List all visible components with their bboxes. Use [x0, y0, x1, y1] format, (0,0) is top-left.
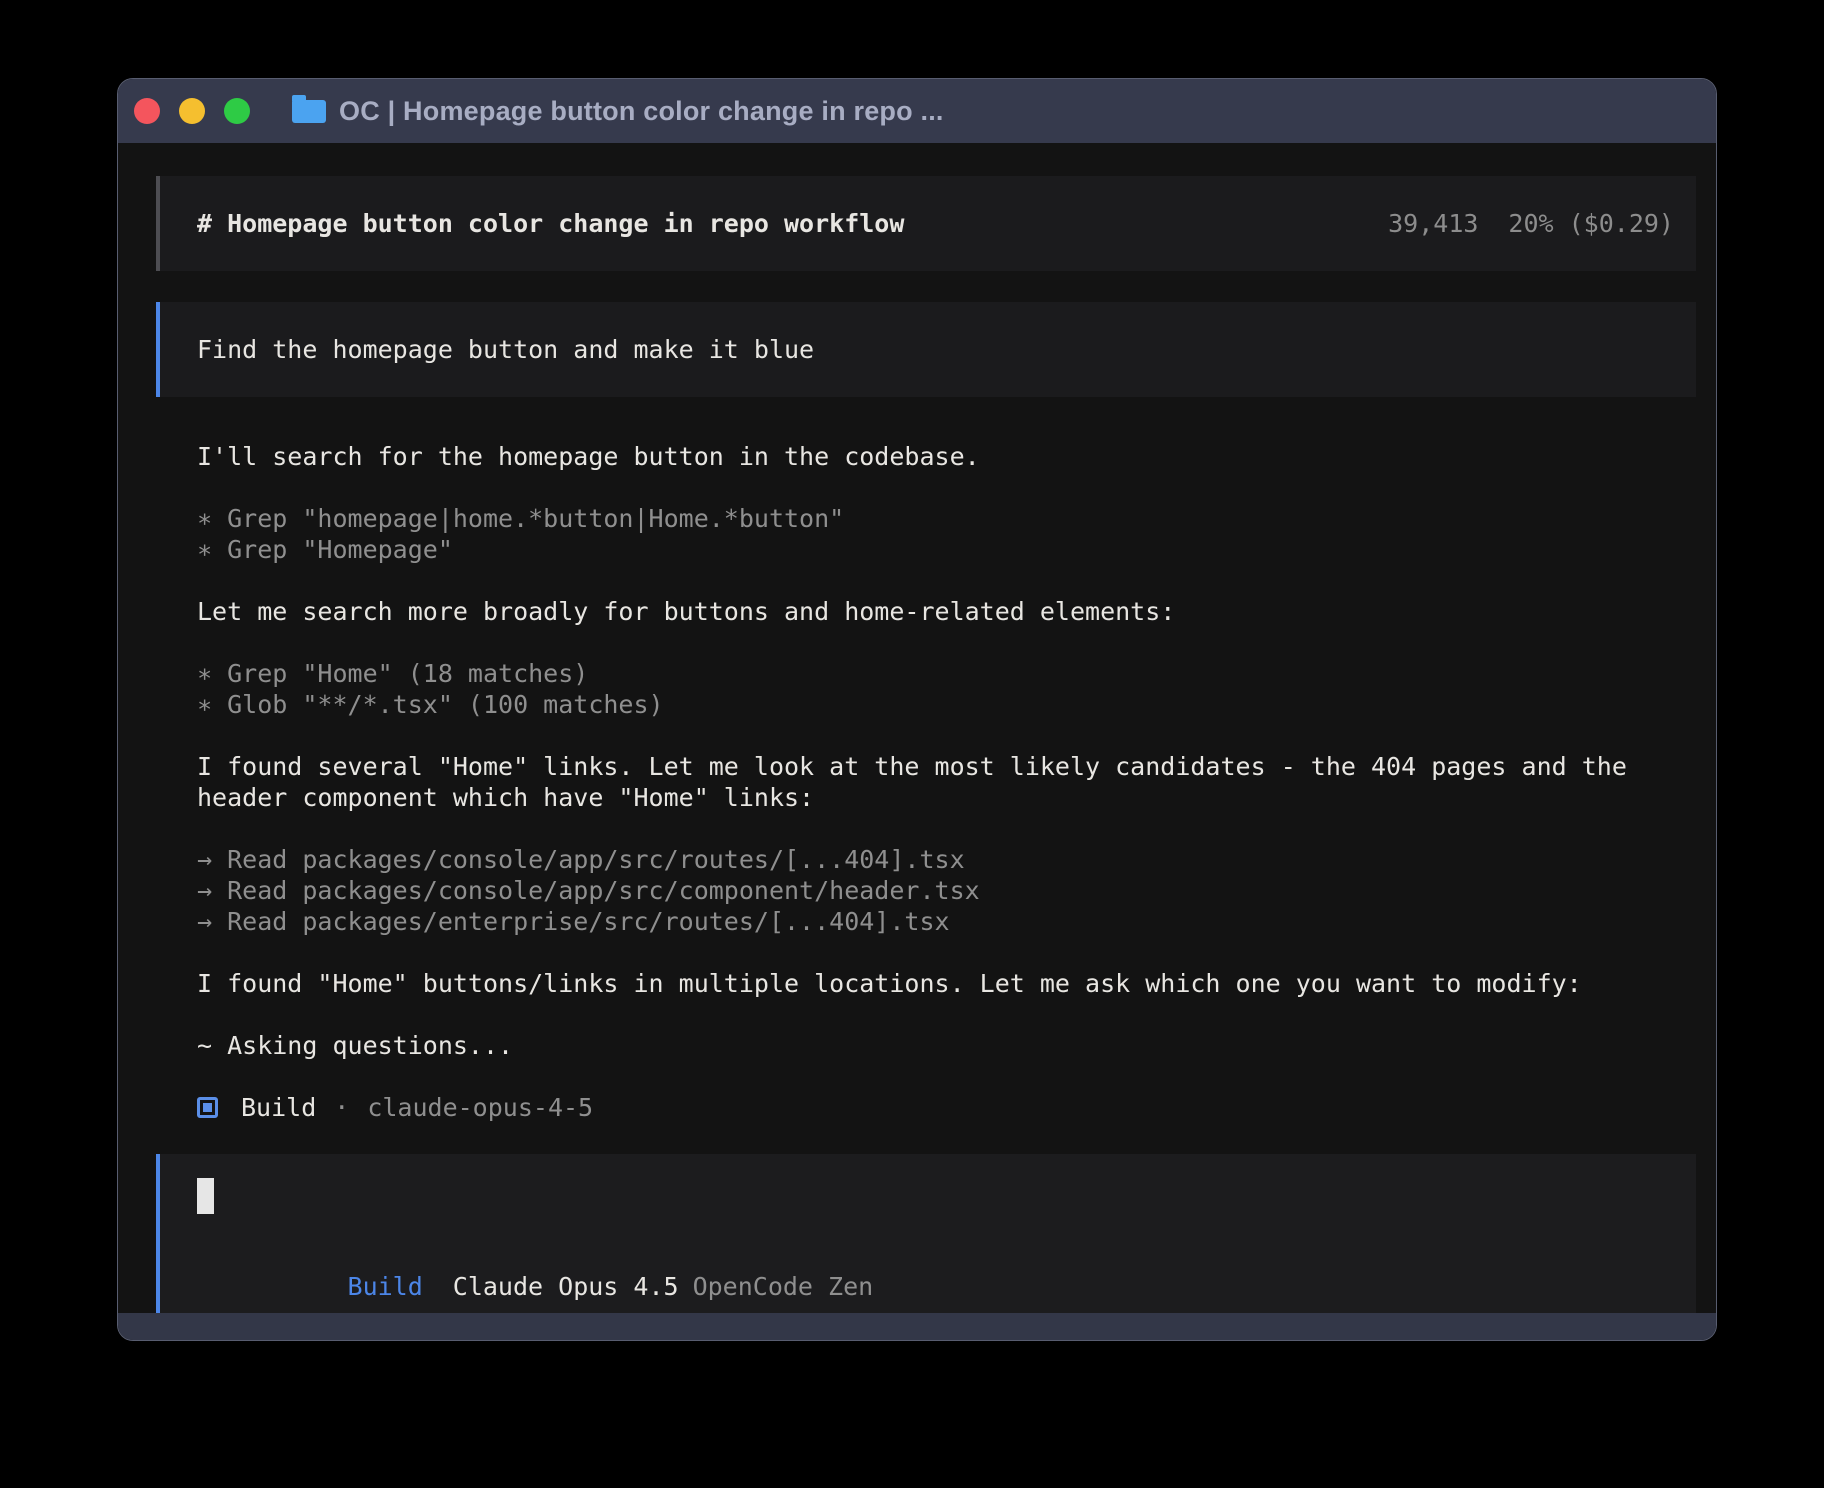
tool-call-group: → Read packages/console/app/src/routes/[…	[197, 844, 1678, 937]
agent-model: claude-opus-4-5	[367, 1092, 593, 1123]
assistant-text: I found several "Home" links. Let me loo…	[197, 751, 1678, 813]
text-cursor	[197, 1178, 214, 1214]
agent-task-row: Build · claude-opus-4-5	[197, 1092, 1678, 1123]
tool-call-line: ∗ Grep "homepage|home.*button|Home.*butt…	[197, 503, 1678, 534]
input-model-label: Claude Opus 4.5	[453, 1272, 679, 1301]
assistant-text-line: Let me search more broadly for buttons a…	[197, 596, 1678, 627]
assistant-text: I found "Home" buttons/links in multiple…	[197, 968, 1678, 999]
close-button[interactable]	[134, 98, 160, 124]
session-stats: 39,413 20% ($0.29)	[1388, 208, 1674, 239]
tool-call-line: ∗ Glob "**/*.tsx" (100 matches)	[197, 689, 1678, 720]
tool-call-line: → Read packages/enterprise/src/routes/[.…	[197, 906, 1678, 937]
assistant-text-line: header component which have "Home" links…	[197, 782, 1678, 813]
user-message: Find the homepage button and make it blu…	[156, 302, 1696, 397]
tool-call-line: → Read packages/console/app/src/componen…	[197, 875, 1678, 906]
prompt-input[interactable]: Build Claude Opus 4.5 OpenCode Zen	[156, 1154, 1696, 1313]
conversation-log: I'll search for the homepage button in t…	[118, 397, 1716, 1123]
assistant-text: ~ Asking questions...	[197, 1030, 1678, 1061]
assistant-text-line: I found several "Home" links. Let me loo…	[197, 751, 1678, 782]
terminal-content: # Homepage button color change in repo w…	[118, 143, 1716, 1313]
titlebar[interactable]: OC | Homepage button color change in rep…	[118, 79, 1716, 143]
folder-icon	[292, 100, 326, 123]
tool-call-line: → Read packages/console/app/src/routes/[…	[197, 844, 1678, 875]
input-meta: Build Claude Opus 4.5 OpenCode Zen	[197, 1240, 1674, 1313]
assistant-text-line: I'll search for the homepage button in t…	[197, 441, 1678, 472]
session-header: # Homepage button color change in repo w…	[156, 176, 1696, 271]
desktop-background: OC | Homepage button color change in rep…	[0, 0, 1824, 1488]
tool-call-group: ∗ Grep "homepage|home.*button|Home.*butt…	[197, 503, 1678, 565]
input-mode-label: Build	[348, 1272, 423, 1301]
token-count: 39,413	[1388, 209, 1478, 238]
traffic-lights	[134, 98, 250, 124]
context-usage: 20% ($0.29)	[1508, 209, 1674, 238]
agent-name: Build	[241, 1092, 316, 1123]
terminal-window: OC | Homepage button color change in rep…	[117, 78, 1717, 1341]
assistant-text-line: I found "Home" buttons/links in multiple…	[197, 968, 1678, 999]
zoom-button[interactable]	[224, 98, 250, 124]
tool-call-line: ∗ Grep "Homepage"	[197, 534, 1678, 565]
agent-separator: ·	[334, 1092, 349, 1123]
tool-call-line: ∗ Grep "Home" (18 matches)	[197, 658, 1678, 689]
assistant-text: Let me search more broadly for buttons a…	[197, 596, 1678, 627]
assistant-text-line: ~ Asking questions...	[197, 1030, 1678, 1061]
window-bottom-band	[118, 1313, 1716, 1340]
assistant-text: I'll search for the homepage button in t…	[197, 441, 1678, 472]
window-title: OC | Homepage button color change in rep…	[339, 96, 944, 127]
agent-build-icon	[197, 1097, 218, 1118]
session-title: # Homepage button color change in repo w…	[197, 208, 904, 239]
input-provider-label: OpenCode Zen	[693, 1272, 874, 1301]
minimize-button[interactable]	[179, 98, 205, 124]
tool-call-group: ∗ Grep "Home" (18 matches)∗ Glob "**/*.t…	[197, 658, 1678, 720]
